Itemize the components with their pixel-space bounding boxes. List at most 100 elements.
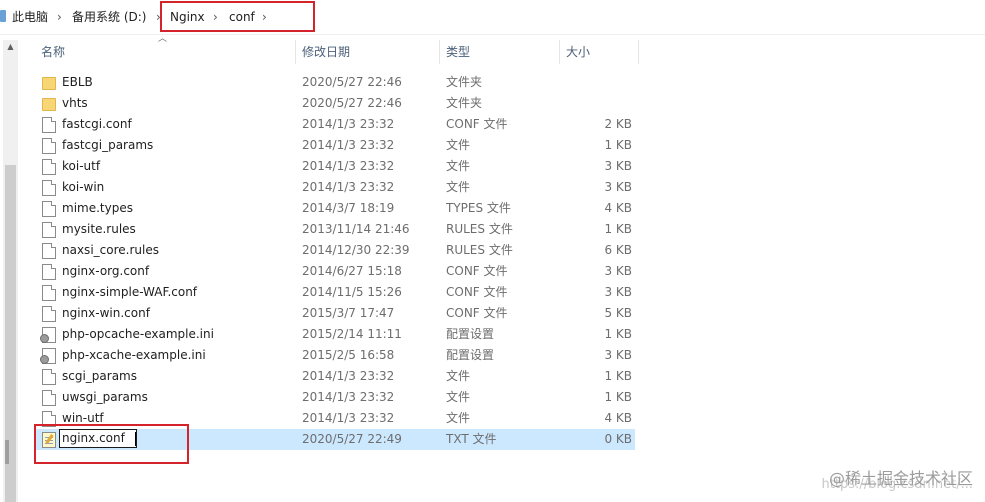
breadcrumb-nginx[interactable]: Nginx: [170, 9, 205, 25]
file-icon: [42, 411, 56, 427]
file-date: 2014/6/27 15:18: [302, 264, 402, 278]
file-row-renaming[interactable]: nginx.conf 2020/5/27 22:49 TXT 文件 0 KB: [35, 429, 635, 450]
file-size: 3 KB: [604, 285, 632, 299]
file-date: 2015/2/5 16:58: [302, 348, 395, 362]
column-header-name[interactable]: 名称: [41, 40, 65, 64]
breadcrumb-this-pc[interactable]: 此电脑: [12, 9, 48, 25]
address-bar[interactable]: 此电脑 › 备用系统 (D:) › Nginx › conf ›: [0, 0, 985, 35]
text-file-icon: [42, 432, 56, 448]
breadcrumb-separator[interactable]: ›: [262, 9, 267, 25]
file-name: uwsgi_params: [62, 390, 148, 404]
file-type: CONF 文件: [446, 306, 508, 320]
file-size: 3 KB: [604, 348, 632, 362]
column-header-size[interactable]: 大小: [566, 40, 590, 64]
column-divider[interactable]: [559, 40, 560, 64]
file-row[interactable]: scgi_params 2014/1/3 23:32 文件 1 KB: [35, 366, 635, 387]
file-icon: [42, 180, 56, 196]
file-date: 2014/11/5 15:26: [302, 285, 402, 299]
file-type: 文件夹: [446, 75, 483, 89]
file-row[interactable]: php-opcache-example.ini 2015/2/14 11:11 配置…: [35, 324, 635, 345]
file-icon: [42, 306, 56, 322]
file-type: CONF 文件: [446, 264, 508, 278]
column-divider[interactable]: [638, 40, 639, 64]
text-caret: [135, 432, 136, 446]
file-name: nginx-win.conf: [62, 306, 150, 320]
file-size: 1 KB: [604, 138, 632, 152]
rename-input[interactable]: nginx.conf: [59, 429, 137, 448]
file-row[interactable]: win-utf 2014/1/3 23:32 文件 4 KB: [35, 408, 635, 429]
file-row[interactable]: mysite.rules 2013/11/14 21:46 RULES 文件 1 KB: [35, 219, 635, 240]
column-divider[interactable]: [439, 40, 440, 64]
file-date: 2015/3/7 17:47: [302, 306, 395, 320]
column-header-type[interactable]: 类型: [446, 40, 470, 64]
file-type: 文件: [446, 411, 471, 425]
file-size: 6 KB: [604, 243, 632, 257]
file-row[interactable]: uwsgi_params 2014/1/3 23:32 文件 1 KB: [35, 387, 635, 408]
vertical-scrollbar[interactable]: ▲: [3, 40, 18, 502]
file-icon: [42, 159, 56, 175]
settings-file-icon: [40, 348, 56, 364]
file-name: vhts: [62, 96, 88, 110]
file-row[interactable]: nginx-win.conf 2015/3/7 17:47 CONF 文件 5 KB: [35, 303, 635, 324]
settings-file-icon: [40, 327, 56, 343]
file-type: 文件: [446, 369, 471, 383]
file-icon: [42, 201, 56, 217]
file-row[interactable]: naxsi_core.rules 2014/12/30 22:39 RULES 文件…: [35, 240, 635, 261]
file-name: php-xcache-example.ini: [62, 348, 206, 362]
file-size: 2 KB: [604, 117, 632, 131]
file-row[interactable]: fastcgi_params 2014/1/3 23:32 文件 1 KB: [35, 135, 635, 156]
file-row[interactable]: koi-win 2014/1/3 23:32 文件 3 KB: [35, 177, 635, 198]
file-name: scgi_params: [62, 369, 137, 383]
file-size: 1 KB: [604, 390, 632, 404]
breadcrumb-separator[interactable]: ›: [213, 9, 218, 25]
scrollbar-marker: [5, 440, 9, 464]
file-type: 文件: [446, 138, 471, 152]
file-row[interactable]: koi-utf 2014/1/3 23:32 文件 3 KB: [35, 156, 635, 177]
file-size: 0 KB: [604, 432, 632, 446]
file-icon: [42, 138, 56, 154]
file-date: 2014/1/3 23:32: [302, 117, 395, 131]
file-icon: [42, 285, 56, 301]
file-date: 2014/1/3 23:32: [302, 180, 395, 194]
file-row[interactable]: EBLB 2020/5/27 22:46 文件夹: [35, 72, 635, 93]
file-type: TYPES 文件: [446, 201, 511, 215]
file-icon: [42, 369, 56, 385]
file-type: CONF 文件: [446, 117, 508, 131]
file-name: naxsi_core.rules: [62, 243, 159, 257]
file-icon: [42, 264, 56, 280]
file-row[interactable]: nginx-simple-WAF.conf 2014/11/5 15:26 CONF…: [35, 282, 635, 303]
column-header-date[interactable]: 修改日期: [302, 40, 350, 64]
file-row[interactable]: fastcgi.conf 2014/1/3 23:32 CONF 文件 2 KB: [35, 114, 635, 135]
file-icon: [42, 390, 56, 406]
file-row[interactable]: php-xcache-example.ini 2015/2/5 16:58 配置设置…: [35, 345, 635, 366]
breadcrumb-separator[interactable]: ›: [156, 9, 161, 25]
breadcrumb-conf[interactable]: conf: [229, 9, 255, 25]
file-size: [562, 72, 632, 93]
file-type: 文件夹: [446, 96, 483, 110]
scroll-up-icon[interactable]: ▲: [3, 40, 18, 54]
file-name: fastcgi_params: [62, 138, 154, 152]
file-row[interactable]: vhts 2020/5/27 22:46 文件夹: [35, 93, 635, 114]
breadcrumb-separator[interactable]: ›: [57, 9, 62, 25]
file-row[interactable]: nginx-org.conf 2014/6/27 15:18 CONF 文件 3 KB: [35, 261, 635, 282]
file-date: 2014/1/3 23:32: [302, 159, 395, 173]
file-type: 文件: [446, 180, 471, 194]
file-type: RULES 文件: [446, 243, 513, 257]
file-date: 2014/1/3 23:32: [302, 411, 395, 425]
file-size: 1 KB: [604, 369, 632, 383]
file-size: 4 KB: [604, 201, 632, 215]
folder-icon: [42, 77, 56, 90]
column-divider[interactable]: [295, 40, 296, 64]
file-date: 2020/5/27 22:46: [302, 75, 402, 89]
file-size: 3 KB: [604, 159, 632, 173]
file-size: 3 KB: [604, 180, 632, 194]
file-date: 2013/11/14 21:46: [302, 222, 410, 236]
file-name: koi-utf: [62, 159, 101, 173]
rename-input-text: nginx.conf: [62, 431, 125, 445]
file-icon: [42, 243, 56, 259]
file-date: 2020/5/27 22:46: [302, 96, 402, 110]
file-size: 5 KB: [604, 306, 632, 320]
file-name: mysite.rules: [62, 222, 136, 236]
breadcrumb-drive-d[interactable]: 备用系统 (D:): [72, 9, 146, 25]
file-row[interactable]: mime.types 2014/3/7 18:19 TYPES 文件 4 KB: [35, 198, 635, 219]
